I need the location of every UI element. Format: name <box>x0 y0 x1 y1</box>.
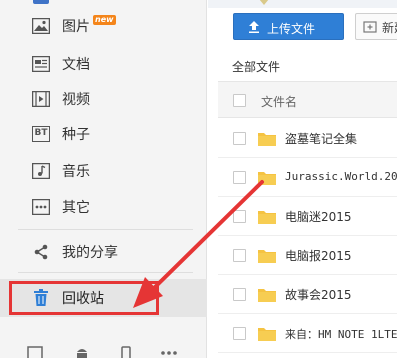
image-icon <box>31 16 51 36</box>
row-checkbox[interactable] <box>233 288 246 301</box>
new-badge: new <box>93 15 116 25</box>
upload-label: 上传文件 <box>267 22 316 36</box>
main-panel: 上传文件 新建 全部文件 文件名 盗墓笔记全集 Jurassic.World.2… <box>208 0 397 358</box>
sidebar-item-torrents[interactable]: BT 种子 <box>0 115 207 153</box>
upload-button[interactable]: 上传文件 <box>233 13 344 40</box>
annotation-highlight-box <box>9 281 159 315</box>
table-row[interactable]: Jurassic.World.2015 <box>218 159 397 197</box>
folder-icon <box>258 131 276 146</box>
sidebar-item-videos[interactable]: 视频 <box>0 80 207 118</box>
sidebar-item-label: 我的分享 <box>62 245 118 261</box>
square-icon[interactable] <box>27 346 43 358</box>
ellipsis-icon[interactable] <box>160 346 178 358</box>
sidebar-item-label: 文档 <box>62 57 90 73</box>
file-name[interactable]: 电脑报2015 <box>285 247 352 264</box>
file-name[interactable]: 来自：HM NOTE 1LTE <box>285 326 397 342</box>
table-row[interactable]: 盗墓笔记全集 <box>218 120 397 158</box>
sidebar-item-others[interactable]: 其它 <box>0 188 207 226</box>
sidebar-top-item-icon <box>33 0 49 4</box>
upload-icon <box>247 20 261 34</box>
sidebar-item-music[interactable]: 音乐 <box>0 152 207 190</box>
new-folder-button[interactable]: 新建 <box>355 13 397 40</box>
row-checkbox[interactable] <box>233 210 246 223</box>
file-name[interactable]: 故事会2015 <box>285 286 352 303</box>
sidebar-divider <box>18 272 193 273</box>
folder-icon <box>258 326 276 341</box>
new-folder-icon <box>363 20 377 34</box>
sidebar-item-label: 音乐 <box>62 164 90 180</box>
sidebar-bottom-bar <box>0 340 207 358</box>
folder-icon <box>258 248 276 263</box>
sidebar-divider <box>18 229 193 230</box>
sidebar-item-images[interactable]: 图片 new <box>0 7 207 45</box>
sidebar-item-label: 种子 <box>62 127 90 143</box>
video-icon <box>31 89 51 109</box>
table-row[interactable]: 电脑迷2015 <box>218 198 397 236</box>
table-row[interactable]: 电脑报2015 <box>218 237 397 275</box>
bt-icon: BT <box>31 124 51 144</box>
column-header-filename[interactable]: 文件名 <box>261 93 297 110</box>
select-all-checkbox[interactable] <box>233 94 246 107</box>
new-label: 新建 <box>382 21 397 35</box>
folder-icon <box>258 170 276 185</box>
sidebar-item-label: 视频 <box>62 92 90 108</box>
top-strip <box>208 0 397 8</box>
row-checkbox[interactable] <box>233 171 246 184</box>
caret-down-icon <box>259 0 269 5</box>
table-header: 文件名 <box>218 81 397 118</box>
sidebar-item-label: 其它 <box>62 200 90 216</box>
sidebar-item-label: 图片 <box>62 19 90 35</box>
music-icon <box>31 161 51 181</box>
more-icon <box>31 197 51 217</box>
file-name[interactable]: Jurassic.World.2015 <box>285 170 397 183</box>
table-row[interactable]: 来自：HM NOTE 1LTE <box>218 315 397 353</box>
document-icon <box>31 54 51 74</box>
android-icon[interactable] <box>74 346 90 358</box>
row-checkbox[interactable] <box>233 132 246 145</box>
table-row[interactable]: 故事会2015 <box>218 276 397 314</box>
file-name[interactable]: 电脑迷2015 <box>285 208 352 225</box>
share-icon <box>31 242 51 262</box>
folder-icon <box>258 209 276 224</box>
row-checkbox[interactable] <box>233 249 246 262</box>
folder-icon <box>258 287 276 302</box>
file-name[interactable]: 盗墓笔记全集 <box>285 130 357 147</box>
breadcrumb[interactable]: 全部文件 <box>232 58 280 75</box>
row-checkbox[interactable] <box>233 327 246 340</box>
phone-icon[interactable] <box>120 346 132 358</box>
sidebar-item-documents[interactable]: 文档 <box>0 45 207 83</box>
sidebar-item-my-shares[interactable]: 我的分享 <box>0 233 207 271</box>
